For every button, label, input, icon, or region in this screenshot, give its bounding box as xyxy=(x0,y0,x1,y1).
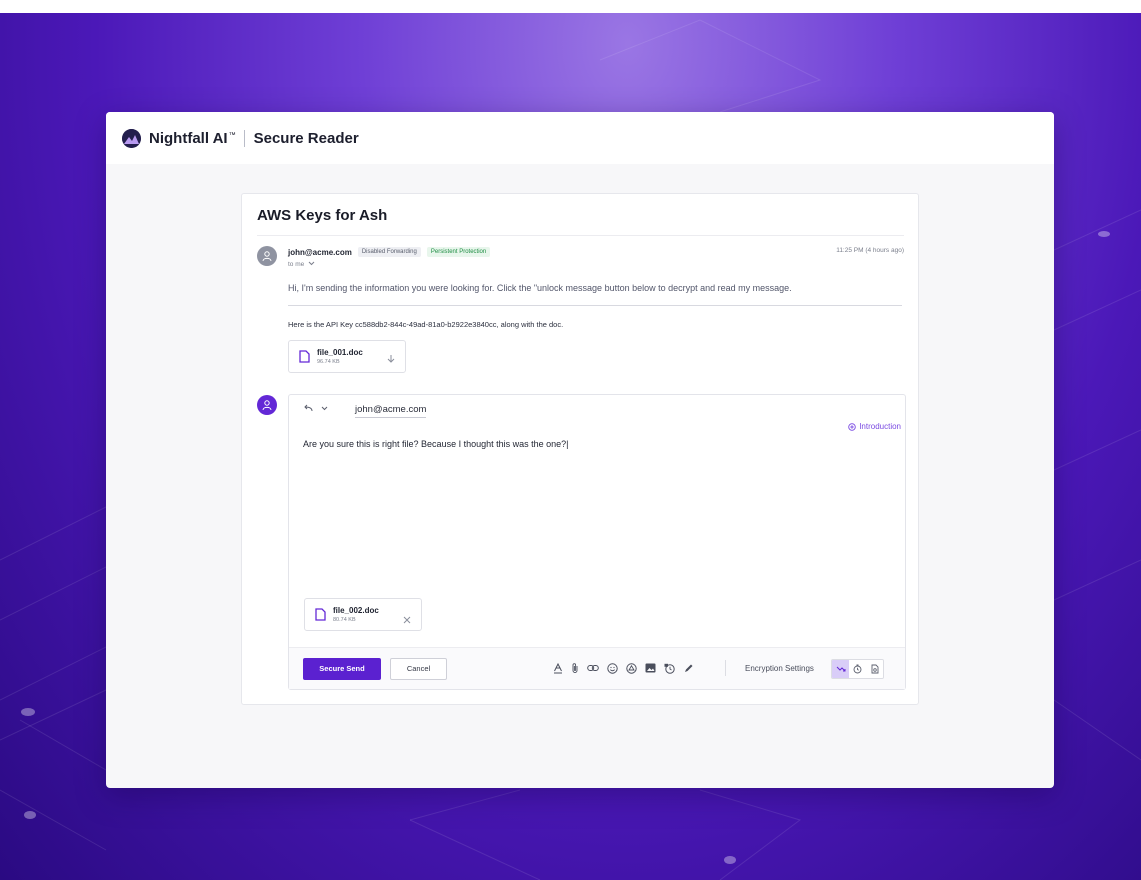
file-icon xyxy=(315,608,326,621)
attachment-size: 80.74 KB xyxy=(333,617,356,623)
chevron-down-icon xyxy=(308,261,315,266)
attachment-file-002[interactable]: file_002.doc 80.74 KB xyxy=(304,598,422,631)
image-icon[interactable] xyxy=(645,663,656,673)
email-subject: AWS Keys for Ash xyxy=(257,207,388,224)
lock-clock-icon[interactable] xyxy=(664,663,675,674)
attachment-size: 96.74 KB xyxy=(317,359,340,365)
reply-icon xyxy=(304,404,313,412)
top-edge xyxy=(0,0,1141,13)
nightfall-logo-icon xyxy=(122,128,141,148)
reply-avatar xyxy=(257,395,277,415)
user-icon xyxy=(262,251,272,262)
recipient-label: to me xyxy=(288,261,305,268)
persistent-protection-badge: Persistent Protection xyxy=(426,247,491,257)
link-icon[interactable] xyxy=(587,664,599,672)
secure-reader-window: Nightfall AI™ Secure Reader AWS Keys for… xyxy=(106,112,1054,788)
message-body-intro: Hi, I'm sending the information you were… xyxy=(288,283,792,293)
reply-type-selector[interactable] xyxy=(303,404,328,412)
sender-avatar xyxy=(257,246,277,266)
protect-icon[interactable] xyxy=(866,660,883,678)
introduction-label: Introduction xyxy=(859,422,901,431)
encryption-settings-label: Encryption Settings xyxy=(745,664,814,673)
timer-icon[interactable] xyxy=(849,660,866,678)
remove-attachment-icon[interactable] xyxy=(403,611,411,629)
attachment-file-001[interactable]: file_001.doc 96.74 KB xyxy=(288,340,406,373)
chevron-down-icon xyxy=(321,406,328,410)
toolbar-divider xyxy=(725,660,726,676)
sender-email[interactable]: john@acme.com xyxy=(288,248,352,257)
subject-divider xyxy=(257,235,904,236)
product-name: Secure Reader xyxy=(253,129,359,147)
attach-icon[interactable] xyxy=(571,662,579,674)
reply-body-input[interactable]: Are you sure this is right file? Because… xyxy=(303,439,569,449)
signature-icon[interactable] xyxy=(683,663,694,674)
brand-name: Nightfall AI™ xyxy=(149,129,236,147)
attachment-name: file_002.doc xyxy=(333,606,379,615)
recipient-toggle[interactable]: to me xyxy=(288,261,315,268)
reply-recipient[interactable]: john@acme.com xyxy=(355,404,427,418)
message-timestamp: 11:25 PM (4 hours ago) xyxy=(836,247,904,254)
composer-toolbar: Secure Send Cancel Encryption Settings xyxy=(289,647,905,689)
introduction-link[interactable]: Introduction xyxy=(848,422,901,431)
text-format-icon[interactable] xyxy=(553,662,563,674)
download-icon[interactable] xyxy=(387,351,395,369)
body-divider xyxy=(288,305,902,306)
file-icon xyxy=(299,350,310,363)
user-icon xyxy=(262,400,272,411)
attachment-name: file_001.doc xyxy=(317,348,363,357)
formatting-tools xyxy=(553,662,702,674)
emoji-icon[interactable] xyxy=(607,662,618,674)
disabled-forwarding-badge: Disabled Forwarding xyxy=(357,247,421,257)
brand-divider xyxy=(243,129,245,147)
app-header: Nightfall AI™ Secure Reader xyxy=(106,112,1054,164)
sender-row: john@acme.com Disabled Forwarding Persis… xyxy=(288,247,491,257)
message-body-key: Here is the API Key cc588db2-844c-49ad-8… xyxy=(288,320,564,329)
drive-icon[interactable] xyxy=(626,662,637,674)
secure-send-button[interactable]: Secure Send xyxy=(303,657,381,680)
no-forward-icon[interactable] xyxy=(832,660,849,678)
encryption-settings-group xyxy=(831,659,884,679)
email-card: AWS Keys for Ash john@acme.com Disabled … xyxy=(241,193,919,705)
add-circle-icon xyxy=(848,422,856,431)
reply-composer: john@acme.com Introduction Are you sure … xyxy=(288,394,906,690)
cancel-button[interactable]: Cancel xyxy=(390,657,447,680)
